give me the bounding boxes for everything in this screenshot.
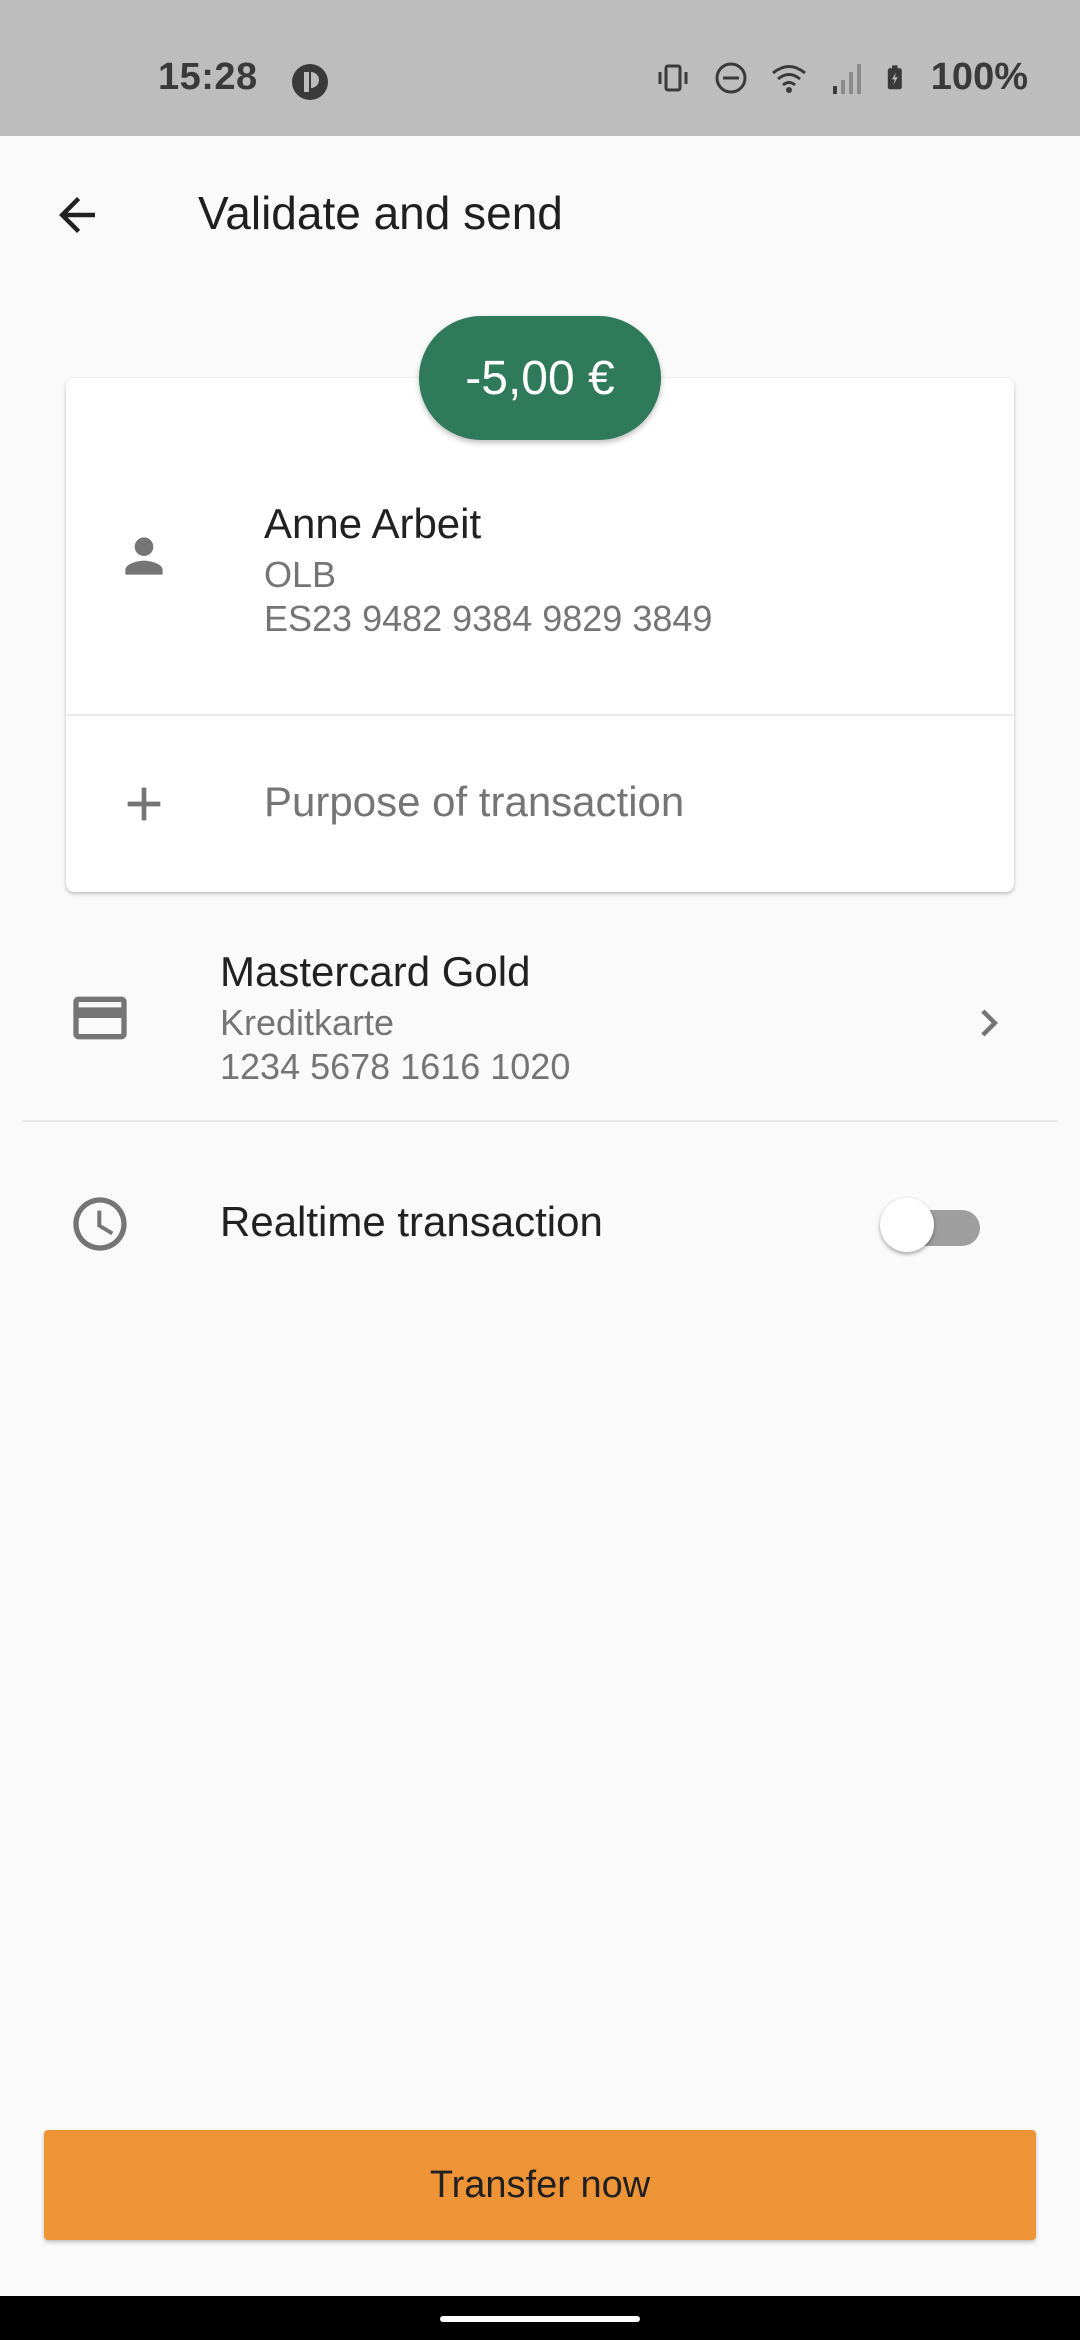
recipient-name: Anne Arbeit xyxy=(264,500,482,547)
amount-badge: -5,00 € xyxy=(419,316,661,440)
screen: 15:28 100% Validate and send -5,00 € Ann… xyxy=(0,0,1080,2340)
purpose-row[interactable]: Purpose of transaction xyxy=(66,716,1014,892)
status-bar: 15:28 100% xyxy=(0,0,1080,136)
app-notification-icon xyxy=(292,64,328,100)
account-name: Mastercard Gold xyxy=(220,948,531,995)
realtime-row: Realtime transaction xyxy=(22,1160,1058,1286)
account-type: Kreditkarte xyxy=(220,1002,395,1043)
purpose-placeholder: Purpose of transaction xyxy=(264,778,685,825)
home-gesture-handle[interactable] xyxy=(440,2316,640,2322)
divider xyxy=(22,1120,1058,1122)
transfer-now-button[interactable]: Transfer now xyxy=(44,2130,1036,2240)
back-button[interactable] xyxy=(40,178,114,252)
credit-card-icon xyxy=(73,996,127,1040)
person-icon xyxy=(125,537,163,575)
arrow-back-icon xyxy=(59,197,95,233)
realtime-label: Realtime transaction xyxy=(220,1198,603,1245)
wifi-icon xyxy=(771,64,806,93)
navigation-bar xyxy=(0,2296,1080,2340)
signal-icon xyxy=(832,63,861,94)
plus-icon xyxy=(127,787,161,821)
app-bar: Validate and send xyxy=(0,136,1080,292)
realtime-toggle[interactable] xyxy=(880,1196,980,1252)
transfer-card: Anne Arbeit OLB ES23 9482 9384 9829 3849… xyxy=(66,378,1014,892)
account-number: 1234 5678 1616 1020 xyxy=(220,1046,571,1087)
status-icons: 100% xyxy=(653,56,1028,99)
status-time: 15:28 xyxy=(158,56,258,98)
chevron-right-icon xyxy=(981,1009,998,1037)
battery-charging-icon xyxy=(887,64,902,89)
recipient-iban: ES23 9482 9384 9829 3849 xyxy=(264,598,713,639)
account-selector[interactable]: Mastercard Gold Kreditkarte 1234 5678 16… xyxy=(22,930,1058,1120)
vibrate-icon xyxy=(658,64,688,91)
battery-percentage: 100% xyxy=(930,56,1028,98)
toggle-thumb xyxy=(880,1198,934,1252)
recipient-bank: OLB xyxy=(264,554,337,595)
clock-icon xyxy=(73,1197,127,1251)
page-title: Validate and send xyxy=(198,187,563,239)
dnd-icon xyxy=(715,62,747,93)
